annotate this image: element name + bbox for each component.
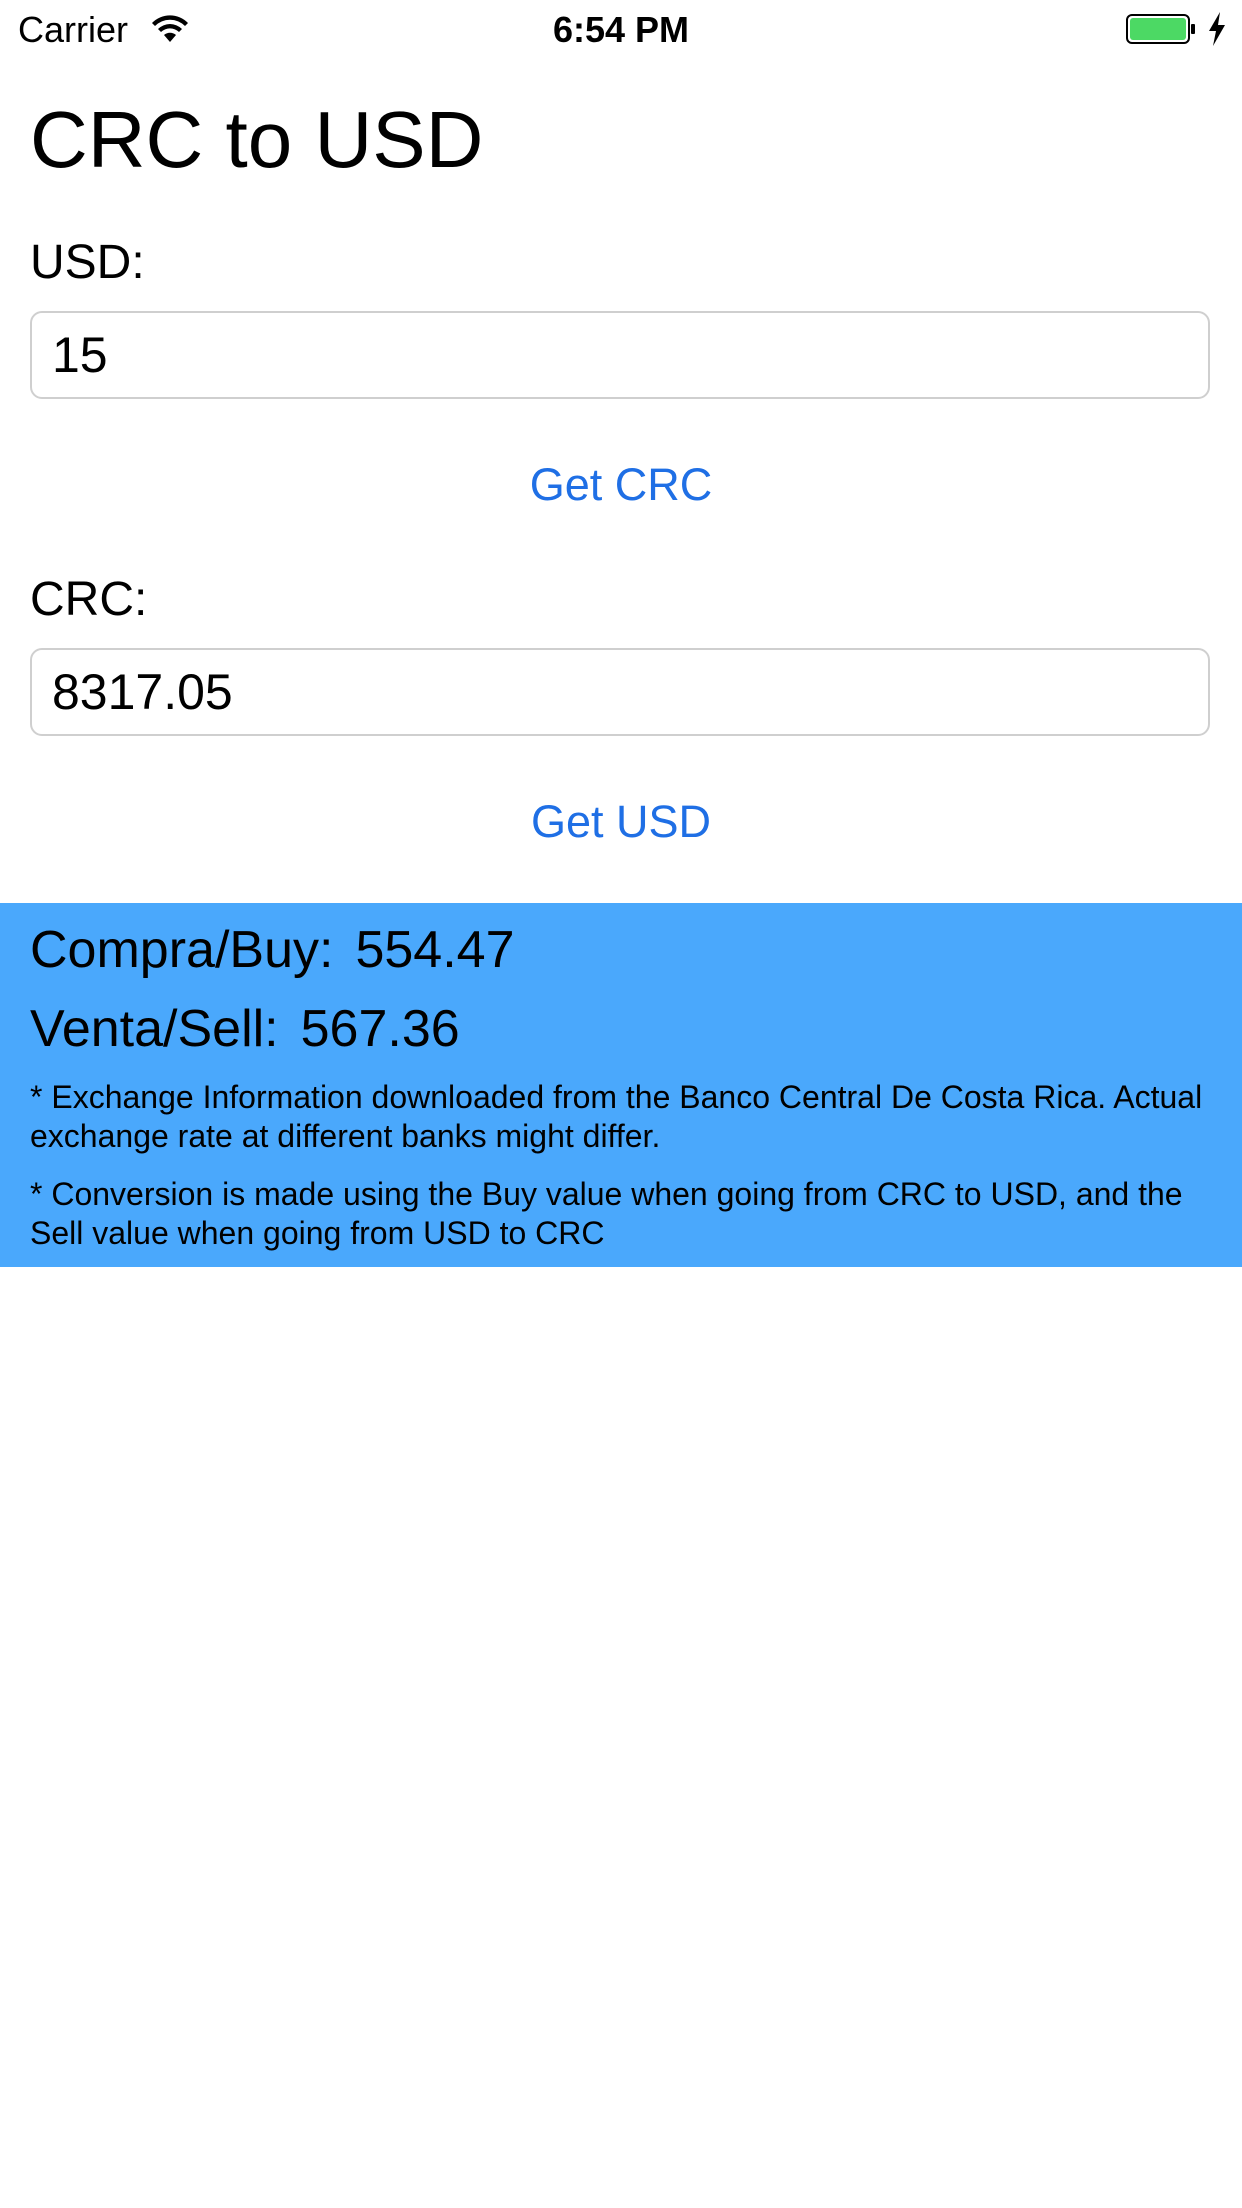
usd-label: USD: — [30, 236, 145, 289]
buy-rate-row: Compra/Buy: 554.47 — [30, 920, 515, 980]
status-bar: Carrier 6:54 PM — [0, 0, 1242, 60]
usd-input[interactable] — [30, 311, 1210, 399]
crc-label: CRC: — [30, 573, 148, 626]
exchange-info-panel: Compra/Buy: 554.47 Venta/Sell: 567.36 * Ex… — [0, 903, 1242, 1267]
exchange-source-note: * Exchange Information downloaded from t… — [30, 1079, 1203, 1154]
sell-rate-row: Venta/Sell: 567.36 — [30, 999, 460, 1059]
status-time: 6:54 PM — [552, 9, 690, 50]
buy-rate-value: 554.47 — [355, 921, 515, 979]
buy-rate-label: Compra/Buy: — [30, 921, 334, 979]
crc-input[interactable] — [30, 648, 1210, 736]
sell-rate-label: Venta/Sell: — [30, 1000, 279, 1058]
page-title: CRC to USD — [30, 95, 484, 184]
get-usd-button[interactable]: Get USD — [0, 794, 1242, 850]
battery-icon — [1126, 14, 1195, 44]
charging-bolt-icon — [1209, 12, 1225, 46]
get-crc-button[interactable]: Get CRC — [0, 457, 1242, 513]
app-screen: Carrier 6:54 PM CRC to USD USD: Get CRC … — [0, 0, 1242, 2208]
conversion-method-note: * Conversion is made using the Buy value… — [30, 1176, 1183, 1251]
sell-rate-value: 567.36 — [300, 1000, 460, 1058]
